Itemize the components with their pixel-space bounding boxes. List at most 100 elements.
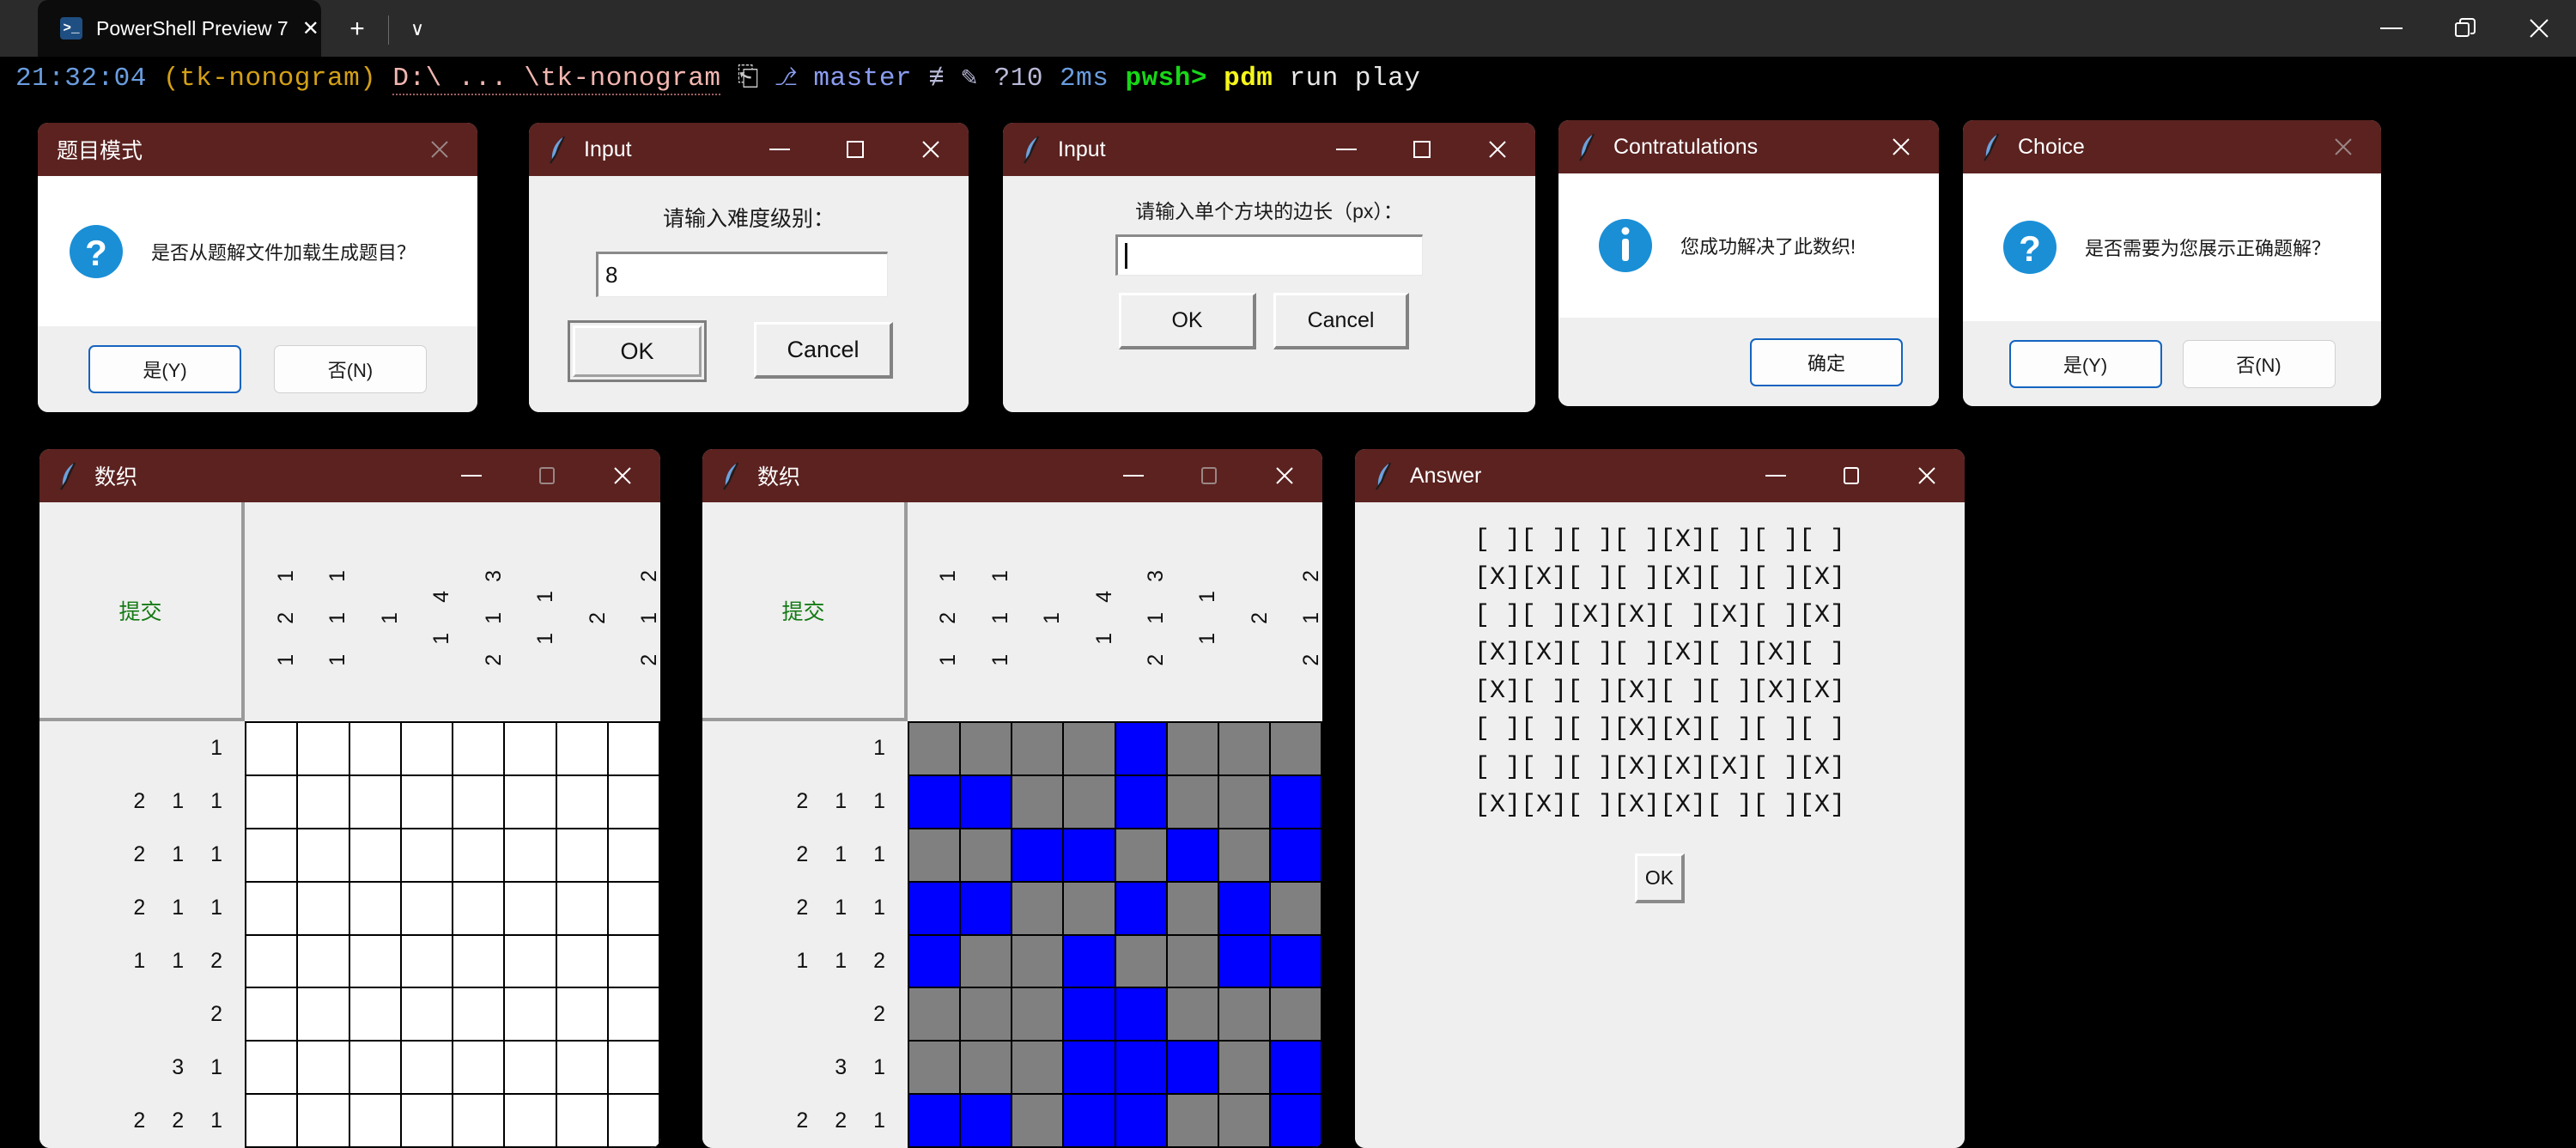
grid-cell[interactable] [349, 988, 402, 1042]
grid-cell[interactable] [608, 829, 660, 883]
grid-cell[interactable] [1012, 723, 1065, 776]
grid-cell[interactable] [1064, 829, 1116, 883]
grid-cell[interactable] [1167, 988, 1219, 1042]
nonogram-grid[interactable] [908, 721, 1322, 1148]
minimize-icon[interactable] [742, 123, 817, 176]
title-bar[interactable]: Input [529, 123, 969, 176]
grid-cell[interactable] [298, 988, 350, 1042]
submit-button[interactable]: 提交 [702, 502, 908, 721]
grid-cell[interactable] [1064, 723, 1116, 776]
cancel-button[interactable]: Cancel [754, 322, 893, 379]
yes-button[interactable]: 是(Y) [2008, 339, 2162, 388]
grid-cell[interactable] [1064, 1042, 1116, 1096]
grid-cell[interactable] [556, 829, 609, 883]
grid-cell[interactable] [1115, 1095, 1168, 1148]
grid-cell[interactable] [1115, 882, 1168, 936]
grid-cell[interactable] [505, 829, 557, 883]
grid-cell[interactable] [401, 1095, 453, 1148]
ok-button[interactable]: OK [1635, 853, 1685, 903]
grid-cell[interactable] [349, 829, 402, 883]
terminal-tab[interactable]: >_ PowerShell Preview 7 ✕ [38, 0, 321, 57]
chevron-down-icon[interactable]: ∨ [396, 5, 439, 53]
cancel-button[interactable]: Cancel [1273, 293, 1409, 349]
grid-cell[interactable] [1270, 829, 1322, 883]
grid-cell[interactable] [298, 1095, 350, 1148]
grid-cell[interactable] [909, 988, 962, 1042]
grid-cell[interactable] [961, 935, 1013, 989]
submit-button[interactable]: 提交 [39, 502, 245, 721]
difficulty-input[interactable]: 8 [596, 252, 888, 297]
grid-cell[interactable] [505, 882, 557, 936]
grid-cell[interactable] [961, 775, 1013, 829]
grid-cell[interactable] [556, 935, 609, 989]
minimize-icon[interactable] [434, 449, 509, 502]
minimize-icon[interactable] [1738, 449, 1814, 502]
no-button[interactable]: 否(N) [2182, 339, 2336, 388]
grid-cell[interactable] [505, 1095, 557, 1148]
grid-cell[interactable] [608, 1095, 660, 1148]
restore-icon[interactable] [2428, 0, 2502, 57]
grid-cell[interactable] [1012, 829, 1065, 883]
grid-cell[interactable] [401, 775, 453, 829]
grid-cell[interactable] [556, 988, 609, 1042]
grid-cell[interactable] [1270, 1042, 1322, 1096]
title-bar[interactable]: Contratulations [1558, 120, 1939, 173]
grid-cell[interactable] [246, 723, 299, 776]
close-icon[interactable] [1889, 449, 1965, 502]
close-icon[interactable] [2502, 0, 2576, 57]
grid-cell[interactable] [1218, 882, 1271, 936]
grid-cell[interactable] [556, 775, 609, 829]
close-icon[interactable]: ✕ [302, 16, 319, 41]
grid-cell[interactable] [1064, 988, 1116, 1042]
grid-cell[interactable] [556, 1095, 609, 1148]
grid-cell[interactable] [505, 775, 557, 829]
maximize-icon[interactable] [509, 449, 585, 502]
grid-cell[interactable] [1012, 935, 1065, 989]
grid-cell[interactable] [349, 1095, 402, 1148]
grid-cell[interactable] [349, 882, 402, 936]
grid-cell[interactable] [1012, 882, 1065, 936]
grid-cell[interactable] [1167, 882, 1219, 936]
title-bar[interactable]: 题目模式 [38, 123, 477, 176]
maximize-icon[interactable] [1171, 449, 1247, 502]
grid-cell[interactable] [349, 1042, 402, 1096]
grid-cell[interactable] [1115, 1042, 1168, 1096]
grid-cell[interactable] [1167, 829, 1219, 883]
close-icon[interactable] [893, 123, 969, 176]
ok-button[interactable]: OK [1119, 293, 1256, 349]
grid-cell[interactable] [556, 723, 609, 776]
grid-cell[interactable] [246, 775, 299, 829]
grid-cell[interactable] [961, 1095, 1013, 1148]
minimize-icon[interactable] [2354, 0, 2428, 57]
close-icon[interactable] [585, 449, 660, 502]
close-icon[interactable] [2306, 120, 2381, 173]
grid-cell[interactable] [349, 935, 402, 989]
grid-cell[interactable] [401, 1042, 453, 1096]
grid-cell[interactable] [1218, 1095, 1271, 1148]
confirm-button[interactable]: 确定 [1750, 337, 1903, 386]
grid-cell[interactable] [401, 723, 453, 776]
grid-cell[interactable] [453, 775, 506, 829]
maximize-icon[interactable] [817, 123, 893, 176]
grid-cell[interactable] [1012, 988, 1065, 1042]
cellsize-input[interactable] [1115, 234, 1423, 276]
grid-cell[interactable] [1218, 829, 1271, 883]
grid-cell[interactable] [1012, 1042, 1065, 1096]
grid-cell[interactable] [1167, 723, 1219, 776]
new-tab-button[interactable]: + [333, 5, 381, 53]
grid-cell[interactable] [505, 723, 557, 776]
grid-cell[interactable] [1064, 1095, 1116, 1148]
grid-cell[interactable] [961, 723, 1013, 776]
grid-cell[interactable] [1167, 775, 1219, 829]
yes-button[interactable]: 是(Y) [88, 345, 241, 393]
grid-cell[interactable] [909, 882, 962, 936]
grid-cell[interactable] [1167, 935, 1219, 989]
grid-cell[interactable] [961, 1042, 1013, 1096]
grid-cell[interactable] [1012, 775, 1065, 829]
grid-cell[interactable] [961, 882, 1013, 936]
grid-cell[interactable] [1115, 829, 1168, 883]
grid-cell[interactable] [453, 1042, 506, 1096]
grid-cell[interactable] [298, 775, 350, 829]
grid-cell[interactable] [1270, 723, 1322, 776]
grid-cell[interactable] [961, 829, 1013, 883]
